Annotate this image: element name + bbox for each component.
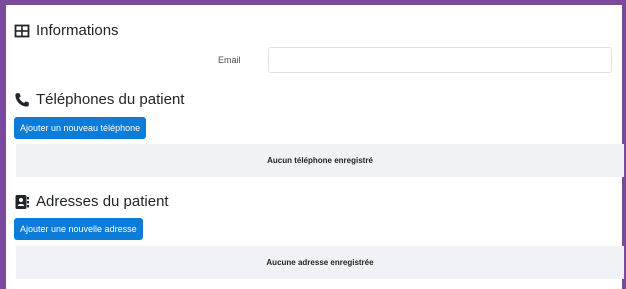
adresses-heading: Adresses du patient [14,193,169,210]
informations-heading: Informations [14,22,119,39]
adresses-empty-text: Aucune adresse enregistrée [266,258,374,267]
email-label: Email [218,55,241,65]
telephones-empty-text: Aucun téléphone enregistré [267,156,373,165]
table-grid-icon [14,23,30,39]
phone-icon [14,92,30,108]
telephones-heading: Téléphones du patient [14,91,184,108]
adresses-empty-row: Aucune adresse enregistrée [16,246,624,279]
telephones-title: Téléphones du patient [36,91,185,108]
add-telephone-button[interactable]: Ajouter un nouveau téléphone [14,117,147,139]
address-book-icon [14,194,30,210]
email-field[interactable] [268,47,612,73]
informations-title: Informations [36,22,119,39]
add-adresse-button[interactable]: Ajouter une nouvelle adresse [14,218,143,240]
telephones-empty-row: Aucun téléphone enregistré [16,144,624,177]
adresses-title: Adresses du patient [36,193,169,210]
window-frame-top [0,0,626,5]
window-frame-left [0,0,6,289]
